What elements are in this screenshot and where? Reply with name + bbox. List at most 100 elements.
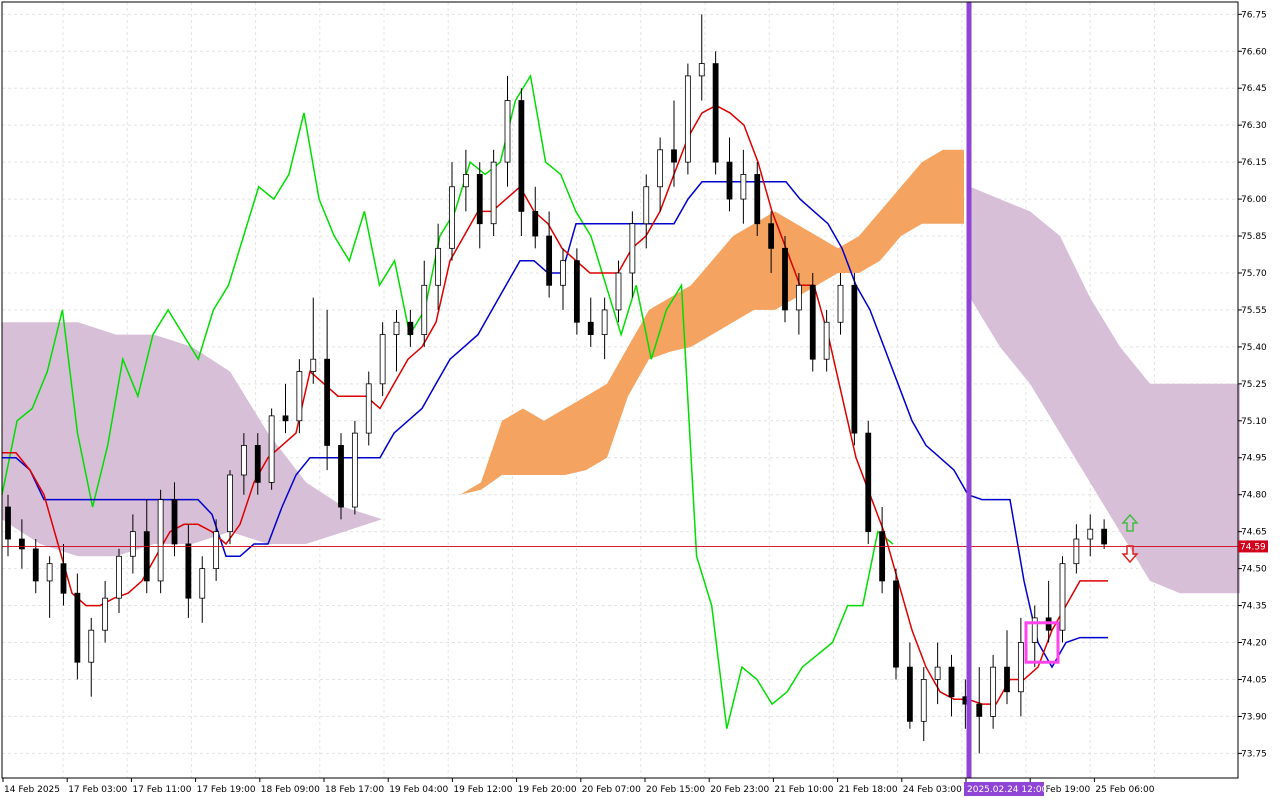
time-tick-label: 21 Feb 18:00 xyxy=(839,785,898,795)
candle-body xyxy=(684,75,691,163)
candle-body xyxy=(837,284,844,323)
candle-body xyxy=(601,309,608,335)
price-tick-label: 75.10 xyxy=(1241,417,1267,427)
current-price-label: 74.59 xyxy=(1240,542,1266,552)
candle-body xyxy=(490,161,497,225)
candle-body xyxy=(782,247,788,311)
time-tick-label: 19 Feb 12:00 xyxy=(453,785,512,795)
candle-body xyxy=(129,531,136,557)
candle-body xyxy=(560,260,566,286)
candle-body xyxy=(851,284,858,434)
candle-body xyxy=(615,272,622,311)
candle-body xyxy=(18,538,25,550)
candle[interactable] xyxy=(893,568,899,680)
candle-body xyxy=(365,383,372,434)
candle-body xyxy=(393,321,400,335)
price-tick-label: 76.60 xyxy=(1241,47,1267,57)
candle-body xyxy=(726,161,733,200)
candle-body xyxy=(920,679,927,722)
price-tick-label: 76.30 xyxy=(1241,121,1267,131)
time-tick-label: 18 Feb 17:00 xyxy=(325,785,384,795)
candle-body xyxy=(462,174,469,188)
candle-body xyxy=(976,703,983,717)
candle[interactable] xyxy=(684,63,691,175)
candle[interactable] xyxy=(338,433,344,520)
candle-body xyxy=(338,445,344,508)
candle-body xyxy=(712,63,719,163)
candle-body xyxy=(213,531,220,570)
candle-body xyxy=(296,371,303,422)
candle-body xyxy=(948,666,955,698)
chart-canvas[interactable]: 76.75 76.60 76.45 76.30 76.15 76.00 75.85 75.70… xyxy=(0,0,1280,800)
candle[interactable] xyxy=(865,420,872,544)
candle-body xyxy=(240,445,247,476)
candle-body xyxy=(518,100,525,212)
candle-body xyxy=(310,358,317,372)
candle-body xyxy=(532,210,539,237)
candle[interactable] xyxy=(573,248,580,335)
candle-body xyxy=(5,506,11,540)
candle-body xyxy=(990,666,997,717)
candle-body xyxy=(449,186,455,249)
time-tick-label: 24 Feb 03:00 xyxy=(903,785,962,795)
time-tick-label: 20 Feb 15:00 xyxy=(646,785,705,795)
candle-body xyxy=(809,284,816,360)
candle-body xyxy=(1059,563,1066,631)
candle-body xyxy=(254,445,261,483)
candle-body xyxy=(199,568,206,599)
candle-body xyxy=(324,358,331,446)
candle-body xyxy=(698,63,705,77)
candle[interactable] xyxy=(157,489,164,594)
candle-body xyxy=(546,235,553,286)
candle-body xyxy=(157,499,164,582)
candle-body xyxy=(1101,528,1108,545)
candle[interactable] xyxy=(782,236,788,323)
candle-body xyxy=(879,531,886,582)
price-tick-label: 75.25 xyxy=(1241,380,1267,390)
candle[interactable] xyxy=(851,272,858,446)
candle-body xyxy=(32,548,39,582)
candle-body xyxy=(573,260,580,323)
candle-body xyxy=(351,432,358,508)
price-tick-label: 74.80 xyxy=(1241,491,1267,501)
candle-body xyxy=(74,592,81,663)
candle-body xyxy=(421,284,428,335)
time-tick-label: 20 Feb 23:00 xyxy=(710,785,769,795)
candle-body xyxy=(906,666,913,722)
price-tick-label: 73.75 xyxy=(1241,749,1267,759)
candle-body xyxy=(795,284,802,311)
time-tick-label: 25 Feb 06:00 xyxy=(1095,785,1154,795)
price-tick-label: 76.45 xyxy=(1241,84,1267,94)
candle-body xyxy=(1017,642,1024,693)
candle-body xyxy=(435,247,442,286)
time-tick-label: 21 Feb 10:00 xyxy=(774,785,833,795)
time-tick-label: 19 Feb 20:00 xyxy=(518,785,577,795)
price-tick-label: 74.20 xyxy=(1241,639,1267,649)
candle-body xyxy=(379,334,386,385)
candle-body xyxy=(934,666,941,680)
ichimoku-chart[interactable]: 76.75 76.60 76.45 76.30 76.15 76.00 75.85 75.70… xyxy=(0,0,1280,800)
candle-body xyxy=(865,432,872,533)
candle-body xyxy=(893,580,899,668)
price-tick-label: 73.90 xyxy=(1241,712,1267,722)
price-tick-label: 76.00 xyxy=(1241,195,1267,205)
candle-body xyxy=(407,321,414,335)
candle-body xyxy=(88,629,95,663)
time-tick-label: 17 Feb 19:00 xyxy=(197,785,256,795)
price-tick-label: 74.35 xyxy=(1241,602,1267,612)
time-tick-label: 18 Feb 09:00 xyxy=(261,785,320,795)
candle[interactable] xyxy=(268,408,275,490)
candle-body xyxy=(268,415,275,483)
candle[interactable] xyxy=(1059,556,1066,643)
candle-body xyxy=(768,223,775,249)
candle-body xyxy=(476,174,483,225)
candle[interactable] xyxy=(809,272,816,372)
candle-body xyxy=(587,321,594,335)
candle[interactable] xyxy=(712,51,719,175)
candle-body xyxy=(185,543,192,599)
price-tick-label: 74.65 xyxy=(1241,528,1267,538)
candle[interactable] xyxy=(351,420,358,515)
price-tick-label: 75.70 xyxy=(1241,269,1267,279)
candle-body xyxy=(102,597,109,631)
candle[interactable] xyxy=(490,149,497,237)
